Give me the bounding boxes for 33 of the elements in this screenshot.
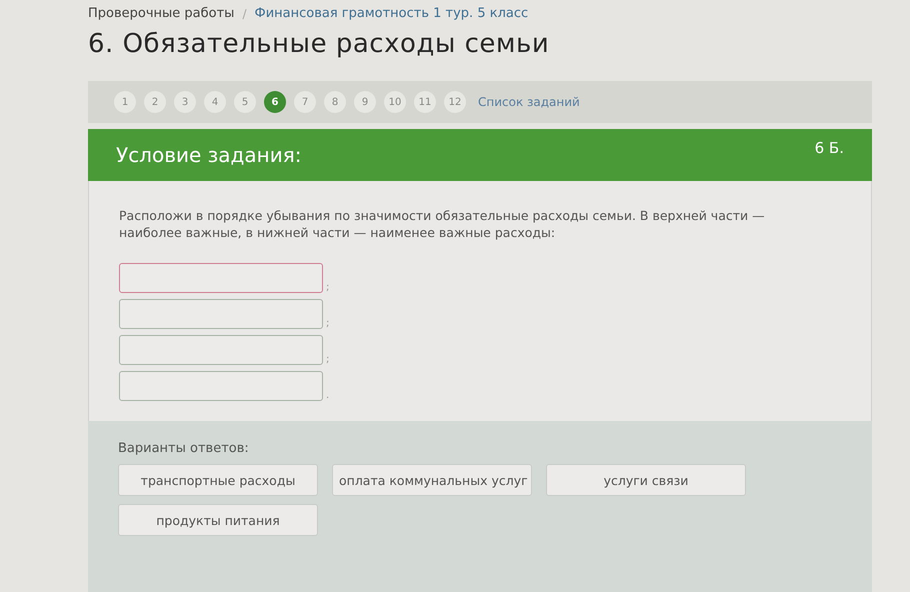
- task-heading: Условие задания:: [116, 143, 302, 167]
- slot-punctuation: ;: [326, 354, 330, 365]
- answer-slot[interactable]: [119, 299, 323, 329]
- task-points: 6 Б.: [814, 139, 844, 159]
- slot-punctuation: ;: [326, 318, 330, 329]
- breadcrumb-separator: /: [242, 6, 246, 20]
- task-number[interactable]: 6: [264, 91, 286, 113]
- breadcrumb-link[interactable]: Финансовая грамотность 1 тур. 5 класс: [254, 6, 528, 21]
- answer-slot[interactable]: [119, 371, 323, 401]
- task-number[interactable]: 2: [144, 91, 166, 113]
- answer-option[interactable]: услуги связи: [546, 464, 746, 496]
- task-text: Расположи в порядке убывания по значимости обязательные расходы семьи. В верхней части — наиболее важные, в нижней части — наименее важные расходы:: [119, 207, 766, 241]
- task-number[interactable]: 3: [174, 91, 196, 113]
- answer-slot[interactable]: [119, 335, 323, 365]
- task-number[interactable]: 4: [204, 91, 226, 113]
- page-title: 6. Обязательные расходы семьи: [88, 29, 550, 59]
- task-list-link[interactable]: Список заданий: [478, 95, 580, 109]
- task-number[interactable]: 11: [414, 91, 436, 113]
- task-number[interactable]: 1: [114, 91, 136, 113]
- answer-option[interactable]: транспортные расходы: [118, 464, 318, 496]
- answer-option[interactable]: продукты питания: [118, 504, 318, 536]
- answer-option[interactable]: оплата коммунальных услуг: [332, 464, 532, 496]
- task-number[interactable]: 12: [444, 91, 466, 113]
- task-number[interactable]: 9: [354, 91, 376, 113]
- answer-slot[interactable]: [119, 263, 323, 293]
- slot-punctuation: ;: [326, 282, 330, 293]
- task-number[interactable]: 5: [234, 91, 256, 113]
- task-number[interactable]: 10: [384, 91, 406, 113]
- breadcrumb-item[interactable]: Проверочные работы: [88, 6, 234, 21]
- answers-label: Варианты ответов:: [118, 441, 250, 456]
- slot-punctuation: .: [326, 390, 330, 401]
- task-number[interactable]: 8: [324, 91, 346, 113]
- task-number[interactable]: 7: [294, 91, 316, 113]
